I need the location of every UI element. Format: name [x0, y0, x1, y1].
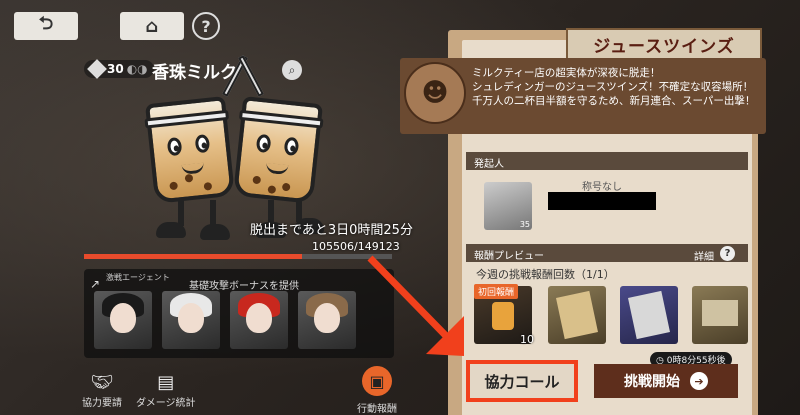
agent-card-1[interactable] [94, 291, 152, 349]
boss-name: 香珠ミルク [152, 63, 237, 83]
damage-stats-button[interactable]: ▤ ダメージ統計 [136, 372, 196, 409]
start-challenge-button[interactable]: 挑戦開始 ➔ [594, 364, 738, 398]
twins-emblem-icon: ☻ [404, 62, 466, 124]
boss-info-search-icon[interactable]: ⌕ [282, 60, 302, 80]
event-description: ミルクティー店の超実体が深夜に脱走！ シュレディンガーのジュースツインズ！不確定… [472, 66, 762, 108]
reward-item-2[interactable] [548, 286, 606, 344]
boss-level-badge: 30 ◐◑ [84, 59, 154, 79]
description-line-1: ミルクティー店の超実体が深夜に脱走！ [472, 67, 661, 79]
initiator-name-redacted [548, 192, 656, 210]
description-line-3: 千万人の二杯目半額を守るため、新月連合、スーパー出撃！ [472, 95, 756, 107]
home-icon: ⌂ [145, 15, 159, 37]
box-icon [702, 300, 738, 326]
reward-item-1-count: 10 [520, 333, 534, 346]
boss-level: 30 [107, 62, 124, 76]
coop-request-label: 協力要請 [82, 398, 122, 409]
document-icon: ▤ [157, 372, 175, 393]
card-pack-icon [556, 290, 598, 340]
reward-item-3[interactable] [620, 286, 678, 344]
event-title: ジュースツインズ [593, 36, 735, 57]
lantern-icon [492, 302, 514, 330]
reward-preview-label: 報酬プレビュー [474, 251, 544, 262]
handshake-icon: 🤝︎ [90, 372, 114, 393]
agent-card-4[interactable] [298, 291, 356, 349]
reward-item-4[interactable] [692, 286, 748, 344]
reward-help-icon[interactable]: ? [720, 246, 735, 261]
coop-call-button[interactable]: 協力コール [466, 360, 578, 402]
right-cup-character [232, 96, 324, 204]
left-cup-character [144, 96, 236, 204]
first-reward-badge: 初回報酬 [474, 284, 519, 299]
bonus-agents-tag: 激戦エージェント [106, 273, 170, 282]
action-reward-button[interactable]: ▣ [362, 366, 392, 396]
reward-detail-link[interactable]: 詳細 [694, 248, 714, 263]
bonus-description: 基礎攻撃ボーナスを提供 [189, 281, 299, 292]
initiator-header [466, 152, 748, 170]
card-pack-icon [628, 290, 670, 340]
initiator-label: 発起人 [474, 159, 504, 170]
bonus-agents-panel: ↗ 激戦エージェント 基礎攻撃ボーナスを提供 [84, 269, 394, 358]
arrow-icon: ↗ [90, 277, 101, 291]
agent-card-2[interactable] [162, 291, 220, 349]
return-icon: ⮌ [38, 13, 54, 34]
initiator-level: 35 [519, 220, 530, 229]
initiator-title: 称号なし [582, 182, 622, 193]
level-dots-icon: ◐◑ [126, 62, 148, 76]
weekly-reward-count: 今週の挑戦報酬回数（1/1） [476, 268, 615, 281]
home-button[interactable]: ⌂ [120, 12, 184, 40]
back-button[interactable]: ⮌ [14, 12, 78, 40]
damage-stats-label: ダメージ統計 [136, 398, 196, 409]
help-icon: ? [201, 16, 211, 36]
action-reward-label: 行動報酬 [357, 404, 397, 415]
description-line-2: シュレディンガーのジュースツインズ！不確定な収容場所！ [472, 81, 754, 93]
boss-hp-fill [84, 254, 302, 259]
initiator-avatar[interactable]: 35 [484, 182, 532, 230]
boss-hp-bar [84, 254, 392, 259]
agent-card-3[interactable] [230, 291, 288, 349]
annotation-arrow [367, 255, 464, 356]
level-diamond-icon [87, 59, 107, 79]
arrow-right-icon: ➔ [690, 372, 708, 390]
escape-timer: 脱出まであと3日0時間25分 [250, 223, 413, 238]
help-button[interactable]: ? [192, 12, 220, 40]
gift-icon: ▣ [369, 371, 385, 391]
coop-call-label: 協力コール [484, 372, 560, 391]
event-title-banner: ジュースツインズ [566, 28, 762, 60]
coop-request-button[interactable]: 🤝︎ 協力要請 [82, 372, 122, 409]
start-challenge-label: 挑戦開始 [624, 374, 680, 390]
